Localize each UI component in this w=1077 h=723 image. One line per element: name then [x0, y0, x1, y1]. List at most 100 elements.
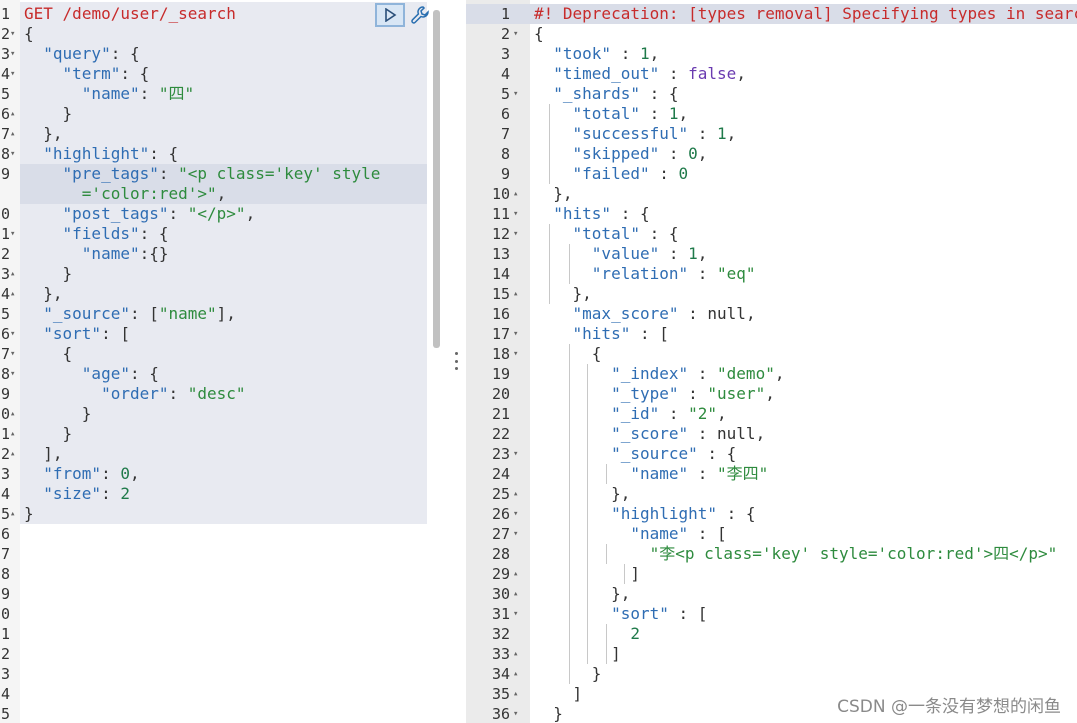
- code-token: "order": [101, 384, 169, 403]
- fold-open-icon[interactable]: ▾: [10, 324, 15, 344]
- fold-close-icon[interactable]: ▴: [10, 284, 15, 304]
- code-line: 33 ▴ ]: [466, 644, 1077, 664]
- fold-open-icon[interactable]: ▾: [513, 524, 518, 544]
- code-token: 0: [120, 464, 130, 483]
- line-number: 15: [491, 285, 510, 303]
- code-line: 24 "size": 2: [0, 484, 440, 504]
- line-number: 22: [0, 445, 11, 463]
- fold-open-icon[interactable]: ▾: [513, 604, 518, 624]
- fold-open-icon[interactable]: ▾: [10, 364, 15, 384]
- code-line: 13▴ }: [0, 264, 440, 284]
- fold-close-icon[interactable]: ▴: [513, 684, 518, 704]
- request-scrollbar[interactable]: [433, 10, 440, 348]
- fold-close-icon[interactable]: ▴: [10, 504, 15, 524]
- code-token: "<p class='key' style: [178, 164, 381, 183]
- fold-close-icon[interactable]: ▴: [513, 564, 518, 584]
- code-text: "_source" : {: [534, 444, 736, 464]
- fold-open-icon[interactable]: ▾: [513, 84, 518, 104]
- code-token: ],: [216, 304, 236, 323]
- fold-close-icon[interactable]: ▴: [513, 484, 518, 504]
- code-text: "fields": {: [24, 224, 169, 244]
- fold-open-icon[interactable]: ▾: [513, 344, 518, 364]
- response-viewer[interactable]: 1 #! Deprecation: [types removal] Specify…: [466, 0, 1077, 723]
- line-number: 23: [0, 465, 11, 483]
- code-token: :: [688, 364, 718, 383]
- run-request-button[interactable]: [375, 3, 405, 27]
- fold-open-icon[interactable]: ▾: [10, 144, 15, 164]
- code-token: "max_score": [572, 304, 679, 323]
- fold-close-icon[interactable]: ▴: [513, 584, 518, 604]
- fold-close-icon[interactable]: ▴: [10, 104, 15, 124]
- code-text: #! Deprecation: [types removal] Specifyi…: [534, 4, 1077, 24]
- line-number: 31: [0, 625, 11, 643]
- code-line: 11 ▾ "hits" : {: [466, 204, 1077, 224]
- line-number: 28: [491, 545, 510, 563]
- line-number: 21: [0, 425, 11, 443]
- line-number: 32: [491, 625, 510, 643]
- fold-close-icon[interactable]: ▴: [10, 124, 15, 144]
- code-token: "pre_tags": [62, 164, 159, 183]
- fold-open-icon[interactable]: ▾: [10, 344, 15, 364]
- fold-open-icon[interactable]: ▾: [10, 44, 15, 64]
- code-token: :: [639, 104, 669, 123]
- code-token: },: [24, 284, 63, 303]
- code-token: "failed": [572, 164, 650, 183]
- code-token: 2: [120, 484, 130, 503]
- line-number: 26: [491, 505, 510, 523]
- fold-open-icon[interactable]: ▾: [513, 704, 518, 723]
- fold-open-icon[interactable]: ▾: [10, 64, 15, 84]
- code-token: }: [534, 704, 563, 723]
- code-line: 30 ▴ },: [466, 584, 1077, 604]
- fold-close-icon[interactable]: ▴: [513, 644, 518, 664]
- code-text: "sort": [: [24, 324, 130, 344]
- fold-close-icon[interactable]: ▴: [513, 284, 518, 304]
- code-line: 14 "relation" : "eq": [466, 264, 1077, 284]
- fold-open-icon[interactable]: ▾: [10, 224, 15, 244]
- code-line: 13 "value" : 1,: [466, 244, 1077, 264]
- code-token: {: [24, 24, 34, 43]
- fold-open-icon[interactable]: ▾: [10, 24, 15, 44]
- fold-close-icon[interactable]: ▴: [10, 444, 15, 464]
- line-number: 14: [491, 265, 510, 283]
- pane-resize-handle[interactable]: [455, 352, 459, 370]
- line-number: 4: [500, 65, 510, 83]
- fold-open-icon[interactable]: ▾: [513, 204, 518, 224]
- code-line: 35: [0, 704, 440, 723]
- code-line: 7 "successful" : 1,: [466, 124, 1077, 144]
- code-token: :: [168, 204, 188, 223]
- fold-close-icon[interactable]: ▴: [10, 424, 15, 444]
- code-line: 28: [0, 564, 440, 584]
- indent-guide: [606, 624, 607, 664]
- code-line: 20▴ }: [0, 404, 440, 424]
- fold-open-icon[interactable]: ▾: [513, 504, 518, 524]
- fold-open-icon[interactable]: ▾: [513, 444, 518, 464]
- code-line: 5 "name": "四": [0, 84, 440, 104]
- fold-close-icon[interactable]: ▴: [10, 264, 15, 284]
- code-line: 17 ▾ "hits" : [: [466, 324, 1077, 344]
- line-number: 13: [491, 245, 510, 263]
- fold-close-icon[interactable]: ▴: [10, 404, 15, 424]
- code-line: 1 #! Deprecation: [types removal] Specify…: [466, 4, 1077, 24]
- settings-button[interactable]: [409, 3, 431, 27]
- code-text: }: [24, 404, 92, 424]
- code-line: 15 ▴ },: [466, 284, 1077, 304]
- code-token: "relation": [591, 264, 689, 283]
- fold-close-icon[interactable]: ▴: [513, 184, 518, 204]
- fold-open-icon[interactable]: ▾: [513, 324, 518, 344]
- code-line: 8 ▾ "highlight": {: [0, 144, 440, 164]
- code-token: null: [717, 424, 756, 443]
- code-token: },: [534, 484, 631, 503]
- fold-open-icon[interactable]: ▾: [513, 24, 518, 44]
- request-editor[interactable]: 1 GET /demo/user/_search 2 ▾{3 ▾ "query": {4…: [0, 0, 440, 723]
- line-number: 1: [0, 5, 10, 23]
- fold-open-icon[interactable]: ▾: [513, 224, 518, 244]
- fold-close-icon[interactable]: ▴: [513, 664, 518, 684]
- code-text: {: [534, 344, 602, 364]
- code-text: "successful" : 1,: [534, 124, 737, 144]
- code-token: :: [659, 244, 689, 263]
